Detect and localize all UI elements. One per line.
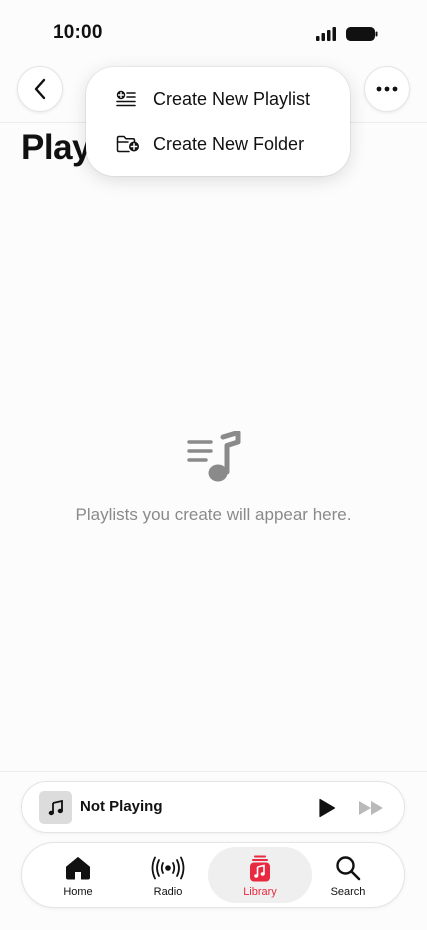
tab-radio[interactable]: Radio <box>120 847 216 903</box>
menu-item-create-playlist[interactable]: Create New Playlist <box>86 77 350 121</box>
mini-player[interactable]: Not Playing <box>21 781 405 833</box>
playlist-music-icon <box>186 430 242 490</box>
tab-search[interactable]: Search <box>300 847 396 903</box>
signal-icon <box>316 27 336 41</box>
menu-item-label: Create New Playlist <box>153 88 311 109</box>
menu-item-label: Create New Folder <box>153 133 305 154</box>
radio-icon <box>151 856 185 880</box>
home-icon <box>66 857 90 880</box>
new-folder-icon <box>116 135 139 153</box>
empty-state-message: Playlists you create will appear here. <box>75 505 352 524</box>
play-icon[interactable] <box>318 798 336 818</box>
back-button[interactable] <box>17 66 63 112</box>
new-playlist-icon <box>116 90 136 107</box>
tab-bar: Home Radio Library Search <box>21 842 405 908</box>
search-icon <box>336 856 361 881</box>
tab-label: Home <box>63 886 93 898</box>
music-note-icon <box>48 799 63 815</box>
ellipsis-icon <box>376 86 398 92</box>
tab-home[interactable]: Home <box>30 847 126 903</box>
create-menu: Create New Playlist Create New Folder <box>86 67 350 176</box>
tab-library[interactable]: Library <box>208 847 312 903</box>
chevron-left-icon <box>34 78 46 100</box>
status-icons <box>316 26 378 42</box>
status-time: 10:00 <box>53 22 103 43</box>
menu-item-create-folder[interactable]: Create New Folder <box>86 122 350 166</box>
battery-icon <box>346 27 378 41</box>
tab-label: Radio <box>153 886 183 898</box>
library-icon <box>250 855 270 881</box>
fast-forward-icon[interactable] <box>358 799 386 817</box>
tab-label: Search <box>330 886 366 898</box>
artwork-placeholder <box>39 791 72 824</box>
tab-label: Library <box>243 886 277 898</box>
bottom-divider <box>0 771 427 772</box>
more-button[interactable] <box>364 66 410 112</box>
now-playing-title: Not Playing <box>80 798 163 815</box>
